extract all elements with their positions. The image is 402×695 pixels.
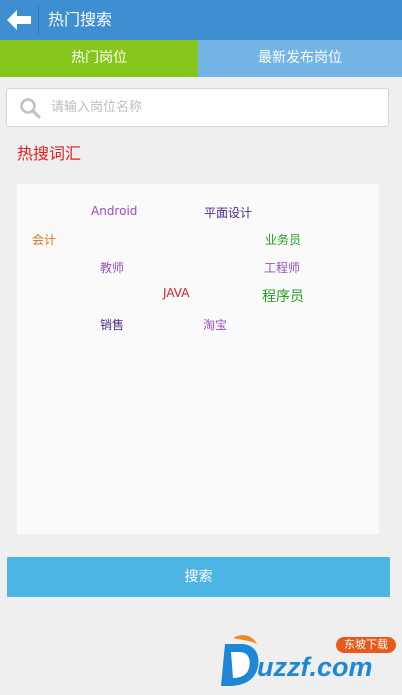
search-input[interactable] [51,89,381,126]
keyword-taobao[interactable]: 淘宝 [203,316,227,333]
section-title: 热搜词汇 [17,144,82,163]
app-header: 热门搜索 [0,0,402,40]
search-box [6,88,389,127]
keyword-graphic-design[interactable]: 平面设计 [204,204,252,221]
tab-latest-positions[interactable]: 最新发布岗位 [198,40,402,77]
keyword-accounting[interactable]: 会计 [32,231,56,248]
keyword-programmer[interactable]: 程序员 [262,286,304,306]
keyword-cloud: Android 平面设计 会计 业务员 教师 工程师 JAVA 程序员 销售 淘… [17,184,379,534]
keyword-salesman[interactable]: 业务员 [265,231,301,248]
watermark-logo: uzzf.com 东坡下载 [219,630,401,694]
page-title: 热门搜索 [48,10,113,29]
back-button[interactable] [0,0,38,40]
keyword-sales[interactable]: 销售 [100,316,124,333]
tab-hot-positions[interactable]: 热门岗位 [0,40,198,77]
header-divider [38,6,39,34]
watermark-brand: uzzf.com [257,652,373,682]
keyword-teacher[interactable]: 教师 [100,259,124,276]
search-button[interactable]: 搜索 [7,557,390,597]
back-arrow-icon [7,10,31,30]
watermark-badge: 东坡下载 [336,637,396,653]
keyword-engineer[interactable]: 工程师 [264,259,300,276]
keyword-java[interactable]: JAVA [163,286,189,300]
search-icon [20,98,41,119]
tab-bar: 热门岗位 最新发布岗位 [0,40,402,77]
keyword-android[interactable]: Android [91,204,137,218]
